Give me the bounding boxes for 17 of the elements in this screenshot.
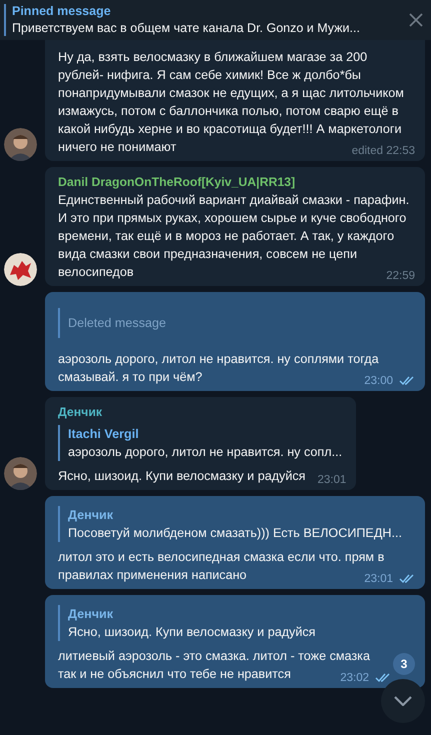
pinned-message-bar[interactable]: Pinned message Приветствуем вас в общем чате канала Dr. Gonzo и Мужи... (0, 0, 431, 40)
reply-quote[interactable]: Itachi Vergil аэрозоль дорого, литол не нравится. ну сопл... (58, 425, 346, 461)
scroll-down-button[interactable] (381, 679, 425, 723)
author-name[interactable]: Danil DragonOnTheRoof[Kyiv_UA|RR13] (58, 173, 415, 191)
message-text: Единственный рабочий вариант диайвай смазки - парафин. И это при прямых руках, хорошем сырье и куче свободного времени, так ещё и в мороз не работает. А так, у каждого вида смазки свои предназначения, совсем не цепи велосипедов 22:59 (58, 191, 415, 281)
pinned-title: Pinned message (12, 3, 112, 19)
chevron-down-icon (394, 696, 412, 706)
message-text: Ясно, шизоид. Купи велосмазку и радуйся 23:01 (58, 467, 346, 485)
reply-quote[interactable]: Денчик Ясно, шизоид. Купи велосмазку и радуйся (58, 605, 391, 641)
message-text: Ну да, взять велосмазку в ближайшем магазе за 200 рублей- нифига. Я сам себе химик! Все ж долбо*бы понапридумывали смазок не едущих, а я щас литольчиком измажусь, потом с баллончика полью, потом сварю ещё в какой нибудь херне и во красотища будет!!! А маркетологи ничего не понимают edited 22:53 (58, 48, 415, 156)
author-name[interactable]: Денчик (58, 403, 346, 421)
message-time: 23:01 (318, 473, 346, 488)
message-time: 22:59 (386, 269, 415, 284)
reply-quote[interactable]: Денчик Посоветуй молибденом смазать))) Есть ВЕЛОСИПЕДН... (58, 506, 415, 542)
message-time: edited 22:53 (352, 144, 415, 159)
pinned-text: Приветствуем вас в общем чате канала Dr. Gonzo и Мужи... (12, 20, 360, 37)
close-icon[interactable] (409, 13, 423, 27)
